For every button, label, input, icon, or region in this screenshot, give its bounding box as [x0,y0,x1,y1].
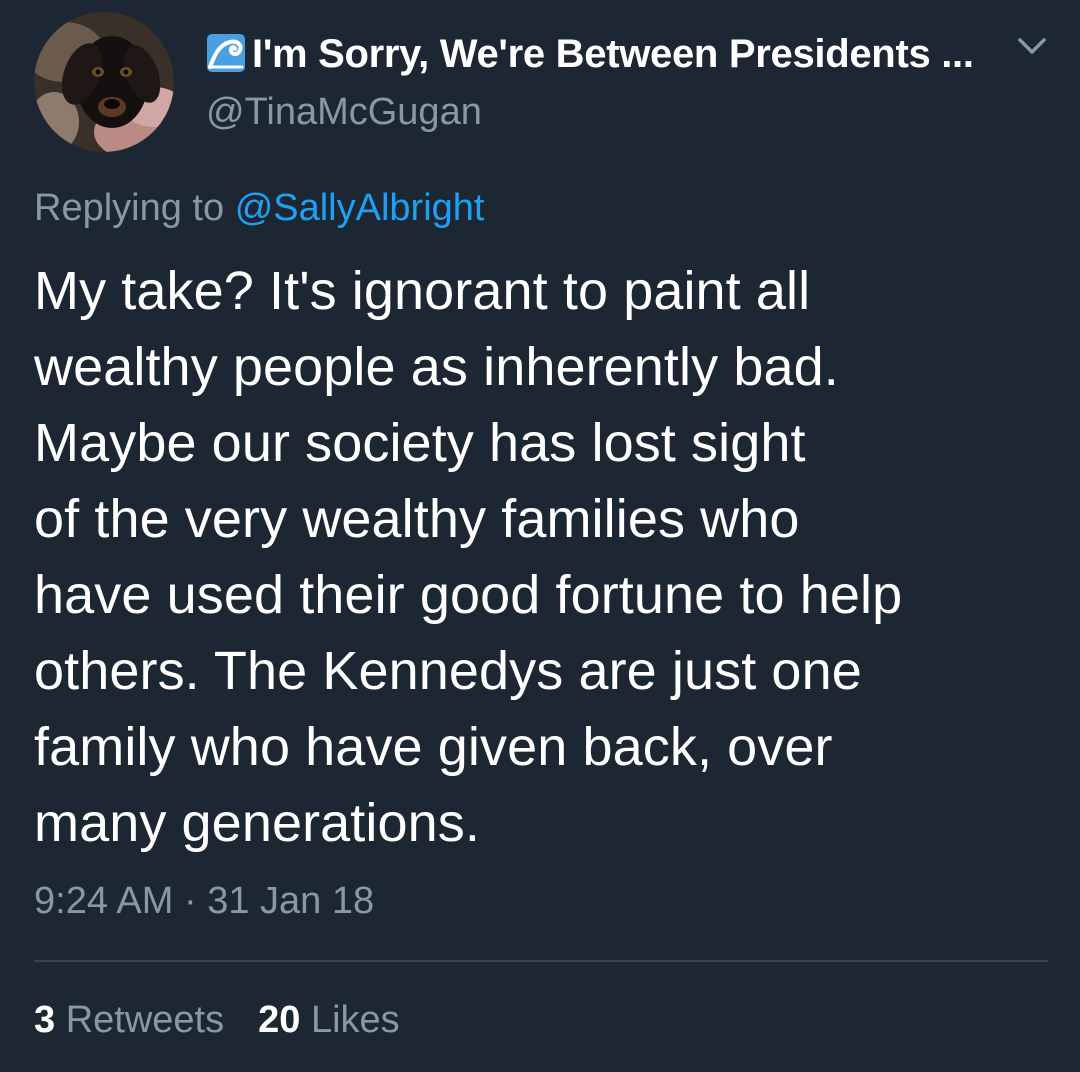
reply-mention-link[interactable]: @SallyAlbright [235,187,485,229]
avatar[interactable] [34,12,174,152]
chevron-down-icon[interactable] [1012,32,1052,62]
replying-to-label: Replying to [34,187,225,229]
tweet-text-line: many generations. [34,793,480,853]
tweet-text-line: Maybe our society has lost sight [34,413,806,473]
likes-stat[interactable]: 20 Likes [258,999,400,1041]
tweet-text: My take? It's ignorant to paint all weal… [34,253,1044,861]
retweets-stat[interactable]: 3 Retweets [34,999,224,1041]
water-wave-icon [207,34,245,72]
tweet-text-line: have used their good fortune to help [34,565,903,625]
tweet-text-line: family who have given back, over [34,717,833,777]
tweet-text-line: of the very wealthy families who [34,489,800,549]
tweet-text-line: My take? It's ignorant to paint all [34,261,811,321]
dog-photo-avatar [34,12,174,152]
likes-count: 20 [258,999,301,1041]
tweet-text-line: others. The Kennedys are just one [34,641,862,701]
replying-to: Replying to @SallyAlbright [34,186,484,230]
tweet-timestamp[interactable]: 9:24 AM · 31 Jan 18 [34,879,374,923]
display-name-text: I'm Sorry, We're Between Presidents ... [252,32,974,76]
likes-label: Likes [310,999,400,1041]
tweet-text-line: wealthy people as inherently bad. [34,337,839,397]
divider [34,960,1048,962]
author-display-name[interactable]: I'm Sorry, We're Between Presidents ... [206,30,974,78]
tweet-stats: 3 Retweets 20 Likes [34,998,400,1042]
author-handle[interactable]: @TinaMcGugan [206,90,482,134]
retweets-label: Retweets [65,999,225,1041]
retweets-count: 3 [34,999,56,1041]
